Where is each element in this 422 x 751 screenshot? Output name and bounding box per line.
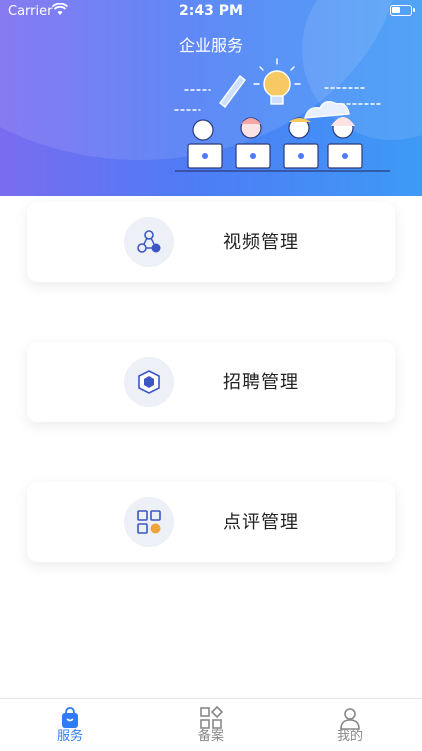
team-illustration [174, 58, 390, 172]
status-time: 2:43 PM [179, 3, 243, 19]
review-management-label: 点评管理 [223, 512, 299, 533]
recruitment-management-label: 招聘管理 [223, 372, 299, 393]
tab-mine[interactable]: 我的 [310, 699, 390, 751]
recruitment-management-card[interactable]: 招聘管理 [27, 342, 395, 422]
tab-filing[interactable]: 备案 [171, 699, 251, 751]
tab-filing-label: 备案 [197, 729, 224, 744]
status-bar: Carrier 2:43 PM [0, 0, 422, 24]
recruit-cube-icon [124, 357, 174, 407]
video-management-label: 视频管理 [223, 232, 299, 253]
tab-mine-label: 我的 [336, 729, 363, 744]
tab-bar: 服务 备案 我的 [0, 698, 422, 751]
battery-icon [390, 5, 415, 16]
review-management-card[interactable]: 点评管理 [27, 482, 395, 562]
tab-service-label: 服务 [56, 729, 83, 744]
header-banner: Carrier 2:43 PM 企业服务 [0, 0, 422, 196]
tab-service[interactable]: 服务 [30, 699, 110, 751]
video-management-card[interactable]: 视频管理 [27, 202, 395, 282]
page-title: 企业服务 [178, 36, 243, 55]
video-network-icon [124, 217, 174, 267]
review-grid-icon [124, 497, 174, 547]
